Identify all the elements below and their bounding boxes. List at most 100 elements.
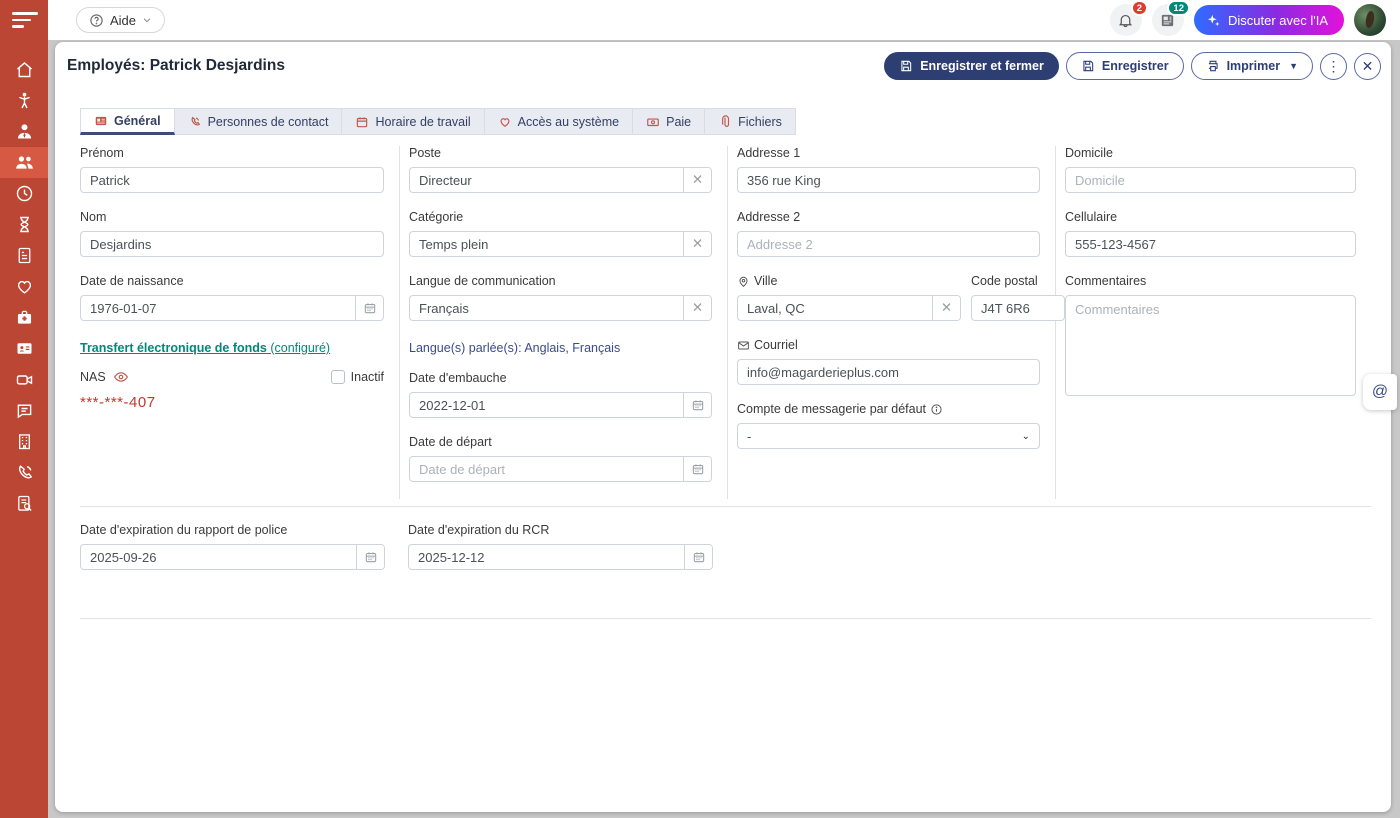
sidebar-item-waitlist[interactable] [0, 209, 48, 240]
notifications-badge: 2 [1131, 0, 1148, 16]
sidebar-item-reports[interactable] [0, 488, 48, 519]
rcr-calendar-button[interactable] [684, 545, 712, 569]
rcr-input[interactable] [409, 545, 684, 569]
eft-link[interactable]: Transfert électronique de fonds (configu… [80, 341, 330, 355]
help-icon [89, 13, 104, 28]
domicile-input[interactable] [1066, 168, 1355, 192]
chat-ai-button[interactable]: Discuter avec l'IA [1194, 5, 1344, 35]
sidebar-item-medical[interactable] [0, 302, 48, 333]
sidebar-item-idcards[interactable] [0, 333, 48, 364]
adresse2-label: Addresse 2 [737, 210, 1040, 224]
courriel-label-row: Courriel [737, 338, 1040, 352]
more-options-button[interactable]: ⋮ [1320, 53, 1347, 80]
tab-files[interactable]: Fichiers [705, 108, 796, 135]
close-button[interactable]: ✕ [1354, 53, 1381, 80]
home-icon [14, 59, 35, 80]
cellulaire-input[interactable] [1066, 232, 1355, 256]
help-button[interactable]: Aide [76, 7, 165, 33]
save-icon [1081, 59, 1095, 73]
categorie-clear-button[interactable]: ✕ [683, 232, 711, 256]
adresse2-input[interactable] [738, 232, 1039, 256]
courriel-input[interactable] [738, 360, 1039, 384]
tab-payroll[interactable]: Paie [633, 108, 705, 135]
rapport-police-label: Date d'expiration du rapport de police [80, 523, 385, 537]
adresse1-label: Addresse 1 [737, 146, 1040, 160]
nas-masked-value: ***-***-407 [80, 394, 384, 411]
chat-ai-label: Discuter avec l'IA [1228, 13, 1328, 28]
code-postal-input[interactable] [972, 296, 1064, 320]
rapport-police-input[interactable] [81, 545, 356, 569]
select-chevron-icon: ⌄ [1022, 431, 1030, 442]
sidebar-item-home[interactable] [0, 54, 48, 85]
phone-icon [14, 462, 35, 483]
nas-row: NAS Inactif [80, 369, 384, 385]
agenda-badge: 12 [1167, 0, 1190, 16]
tab-payroll-label: Paie [666, 115, 691, 129]
langue-comm-label: Langue de communication [409, 274, 712, 288]
sidebar-item-invoices[interactable] [0, 240, 48, 271]
tab-contacts[interactable]: Personnes de contact [175, 108, 343, 135]
inactif-label: Inactif [351, 370, 384, 384]
domicile-label: Domicile [1065, 146, 1356, 160]
inactif-checkbox[interactable] [331, 370, 345, 384]
embauche-label: Date d'embauche [409, 371, 712, 385]
depart-calendar-button[interactable] [683, 457, 711, 481]
depart-label: Date de départ [409, 435, 712, 449]
tab-schedule[interactable]: Horaire de travail [342, 108, 484, 135]
sidebar-item-messages[interactable] [0, 395, 48, 426]
user-avatar[interactable] [1354, 4, 1386, 36]
print-caret-icon: ▼ [1289, 61, 1298, 71]
sidebar-item-cameras[interactable] [0, 364, 48, 395]
menu-hamburger-icon[interactable] [0, 0, 48, 40]
langue-comm-input[interactable] [410, 296, 683, 320]
nom-input[interactable] [81, 232, 383, 256]
tab-system-access[interactable]: Accès au système [485, 108, 633, 135]
sidebar-item-time[interactable] [0, 178, 48, 209]
ville-clear-button[interactable]: ✕ [932, 296, 960, 320]
naissance-calendar-button[interactable] [355, 296, 383, 320]
sidebar-item-calls[interactable] [0, 457, 48, 488]
chevron-down-icon [142, 15, 152, 25]
sidebar-item-facility[interactable] [0, 426, 48, 457]
notifications-button[interactable]: 2 [1110, 4, 1142, 36]
tab-system-access-label: Accès au système [518, 115, 619, 129]
embauche-input[interactable] [410, 393, 683, 417]
rapport-police-calendar-button[interactable] [356, 545, 384, 569]
compte-messagerie-select[interactable]: - ⌄ [737, 423, 1040, 449]
naissance-input[interactable] [81, 296, 355, 320]
sidebar-item-children[interactable] [0, 85, 48, 116]
phone-contact-icon [188, 115, 202, 129]
mention-at-button[interactable]: @ [1363, 374, 1397, 410]
commentaires-textarea[interactable] [1065, 295, 1356, 396]
depart-input[interactable] [410, 457, 683, 481]
eye-icon[interactable] [113, 369, 129, 385]
printer-icon [1206, 59, 1220, 73]
langues-parlees-link[interactable]: Langue(s) parlée(s): Anglais, Français [409, 341, 620, 355]
save-button[interactable]: Enregistrer [1066, 52, 1184, 80]
embauche-calendar-button[interactable] [683, 393, 711, 417]
form-col-identity: Prénom Nom Date de naissance Transfert é… [80, 146, 400, 499]
rcr-label: Date d'expiration du RCR [408, 523, 713, 537]
save-and-close-button[interactable]: Enregistrer et fermer [884, 52, 1059, 80]
poste-input[interactable] [410, 168, 683, 192]
clock-icon [14, 183, 35, 204]
nom-label: Nom [80, 210, 384, 224]
calendar-icon [363, 301, 377, 315]
print-button[interactable]: Imprimer ▼ [1191, 52, 1313, 80]
topbar: Aide 2 12 Discuter avec l'IA [48, 0, 1400, 40]
agenda-button[interactable]: 12 [1152, 4, 1184, 36]
sidebar-item-health[interactable] [0, 271, 48, 302]
code-postal-label: Code postal [971, 274, 1065, 288]
sidebar-item-staff[interactable] [0, 116, 48, 147]
calendar-icon [691, 462, 705, 476]
form-col-address: Addresse 1 Addresse 2 Ville ✕ Code posta [728, 146, 1056, 499]
langue-comm-clear-button[interactable]: ✕ [683, 296, 711, 320]
sidebar-item-employees[interactable] [0, 147, 48, 178]
cellulaire-label: Cellulaire [1065, 210, 1356, 224]
categorie-input[interactable] [410, 232, 683, 256]
prenom-input[interactable] [81, 168, 383, 192]
tab-general[interactable]: Général [80, 108, 175, 135]
adresse1-input[interactable] [738, 168, 1039, 192]
poste-clear-button[interactable]: ✕ [683, 168, 711, 192]
ville-input[interactable] [738, 296, 932, 320]
